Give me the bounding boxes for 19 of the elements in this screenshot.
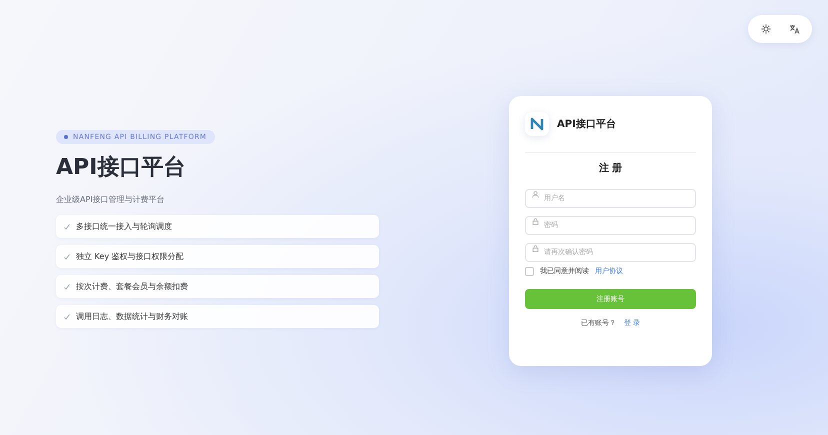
feature-text: 按次计费、套餐会员与余额扣费 [76, 281, 188, 292]
check-icon [64, 284, 70, 290]
hero-subtitle: 企业级API接口管理与计费平台 [56, 194, 166, 205]
feature-text: 调用日志、数据统计与财务对账 [76, 311, 188, 322]
check-icon [64, 254, 70, 260]
user-icon [532, 191, 539, 198]
feature-text: 独立 Key 鉴权与接口权限分配 [76, 251, 184, 262]
brand-name: API接口平台 [557, 118, 616, 131]
check-icon [64, 314, 70, 320]
lock-icon [532, 218, 539, 225]
form-heading: 注 册 [598, 161, 624, 175]
agree-checkbox[interactable] [525, 266, 534, 276]
translate-icon [788, 24, 800, 34]
feature-text: 多接口统一接入与轮询调度 [76, 221, 172, 232]
check-icon [64, 224, 70, 230]
sun-icon [761, 24, 771, 34]
logo-icon [525, 112, 549, 136]
lock-icon [532, 245, 539, 252]
hero-title: API接口平台 [56, 154, 186, 182]
